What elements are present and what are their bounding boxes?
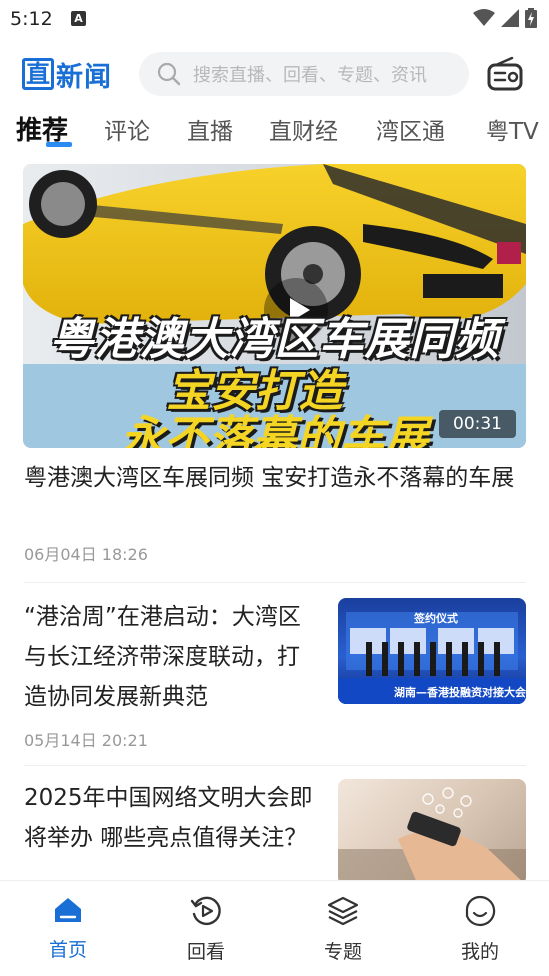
nav-replay[interactable]: 回看: [166, 895, 246, 964]
news-date: 05月14日 20:21: [24, 731, 148, 750]
home-icon: [55, 898, 81, 922]
news-title[interactable]: 2025年中国网络文明大会即将举办 哪些亮点值得关注？: [24, 778, 314, 858]
video-duration: 00:31: [439, 410, 516, 438]
app-header: 直 新闻 搜索直播、回看、专题、资讯: [0, 48, 549, 100]
radio-icon[interactable]: [486, 56, 524, 92]
cell-signal-icon: [501, 9, 519, 27]
nav-topics[interactable]: 专题: [303, 895, 383, 964]
profile-icon: [465, 895, 496, 927]
divider: [24, 765, 526, 766]
video-thumbnail[interactable]: 粤港澳大湾区车展同频 宝安打造 永不落幕的车展 00:31: [23, 164, 526, 448]
status-bar: 5:12 A: [0, 0, 549, 38]
nav-label: 回看: [186, 941, 225, 963]
battery-charging-icon: [525, 8, 537, 28]
channel-tabs: 推荐 评论 直播 直财经 湾区通 粤TV: [0, 108, 549, 154]
tab-recommend[interactable]: 推荐: [16, 110, 68, 147]
thumb-caption: 签约仪式: [414, 612, 458, 625]
logo-mark: 直: [22, 58, 54, 90]
app-logo: 直 新闻: [22, 54, 112, 94]
bottom-nav: 首页 回看 专题 我的: [0, 880, 549, 976]
nav-home[interactable]: 首页: [28, 895, 108, 962]
hand-holding-phone-image: [338, 787, 526, 880]
divider: [24, 582, 526, 583]
tab-comment[interactable]: 评论: [104, 112, 150, 146]
nav-label: 专题: [323, 941, 362, 963]
tab-gd-tv[interactable]: 粤TV: [486, 112, 539, 146]
news-thumbnail[interactable]: [338, 779, 526, 880]
tab-bay-area[interactable]: 湾区通: [376, 112, 445, 146]
overlay-line-1: 粤港澳大湾区车展同频: [49, 314, 500, 365]
video-date: 06月04日 18:26: [24, 545, 148, 564]
news-thumbnail[interactable]: 签约仪式 湖南—香港投融资对接大会: [338, 598, 526, 704]
thumb-banner: 湖南—香港投融资对接大会: [394, 686, 526, 699]
search-icon: [157, 62, 181, 86]
search-input[interactable]: 搜索直播、回看、专题、资讯: [139, 52, 469, 96]
nav-profile[interactable]: 我的: [440, 895, 520, 964]
wifi-icon: [473, 9, 495, 26]
replay-icon: [190, 896, 221, 926]
notification-a-icon: A: [71, 11, 86, 26]
nav-label: 首页: [48, 939, 87, 961]
tab-live[interactable]: 直播: [187, 112, 233, 146]
logo-text: 新闻: [56, 61, 112, 93]
news-feed[interactable]: 粤港澳大湾区车展同频 宝安打造 永不落幕的车展 00:31 粤港澳大湾区车展同频…: [0, 164, 549, 880]
layers-icon: [327, 896, 359, 926]
status-time: 5:12: [10, 8, 53, 30]
nav-label: 我的: [460, 941, 499, 963]
news-title[interactable]: “港洽周”在港启动：大湾区与长江经济带深度联动，打造协同发展新典范: [24, 597, 314, 717]
tab-finance[interactable]: 直财经: [269, 112, 338, 146]
search-placeholder: 搜索直播、回看、专题、资讯: [193, 65, 427, 86]
video-title[interactable]: 粤港澳大湾区车展同频 宝安打造永不落幕的车展: [24, 458, 529, 498]
